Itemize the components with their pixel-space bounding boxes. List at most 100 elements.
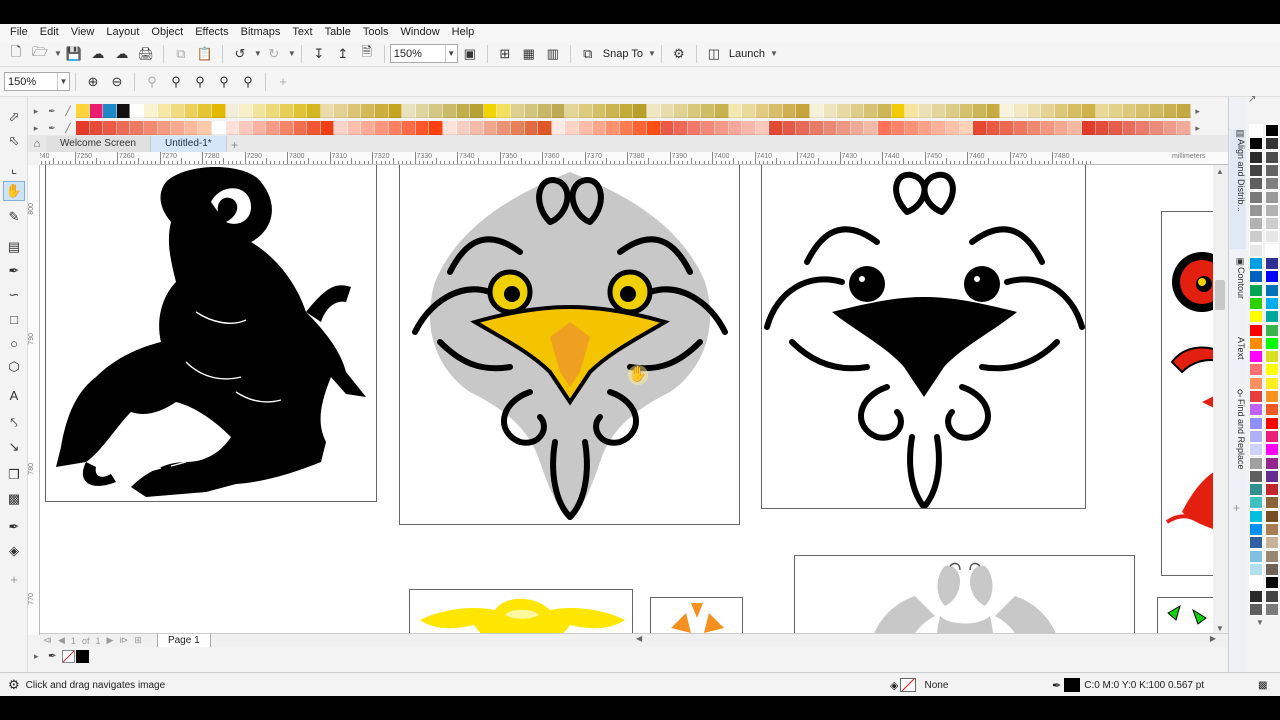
color-swatch[interactable] <box>687 104 702 118</box>
color-swatch[interactable] <box>225 104 240 118</box>
palette-color-cell[interactable] <box>1265 190 1279 204</box>
color-swatch[interactable] <box>361 121 376 135</box>
vertical-scrollbar[interactable]: ▲ ▼ <box>1213 165 1228 635</box>
color-swatch[interactable] <box>1136 104 1150 118</box>
options-gear-icon[interactable]: ⚙ <box>668 43 690 65</box>
color-swatch[interactable] <box>1149 104 1164 118</box>
color-swatch[interactable] <box>320 121 335 135</box>
color-swatch[interactable] <box>375 104 389 118</box>
add-tool-plus-icon[interactable]: + <box>3 569 25 589</box>
color-swatch[interactable] <box>701 121 715 135</box>
palette-color-cell[interactable] <box>1265 137 1279 151</box>
eagle-color-artwork[interactable] <box>399 165 740 525</box>
color-swatch[interactable] <box>497 104 511 118</box>
zoom-to-selected-icon[interactable]: ⚲ <box>141 71 163 93</box>
horizontal-scrollbar[interactable]: ◀ ▶ <box>636 634 1216 645</box>
scroll-down-icon[interactable]: ▼ <box>1216 624 1224 633</box>
color-swatch[interactable] <box>837 121 851 135</box>
export-icon[interactable]: ↥ <box>332 43 354 65</box>
color-swatch[interactable] <box>918 104 933 118</box>
menu-object[interactable]: Object <box>145 24 189 41</box>
palette-color-cell[interactable] <box>1265 390 1279 403</box>
palette-color-cell[interactable] <box>1249 190 1263 204</box>
add-plus-icon[interactable]: + <box>272 71 294 93</box>
color-swatch[interactable] <box>143 121 158 135</box>
color-swatch[interactable] <box>211 104 226 118</box>
color-swatch[interactable] <box>307 121 321 135</box>
color-swatch[interactable] <box>891 104 906 118</box>
color-swatch[interactable] <box>1095 121 1110 135</box>
color-swatch[interactable] <box>932 104 946 118</box>
palette-menu-arrow-icon[interactable]: ▸ <box>28 123 44 134</box>
undo-icon[interactable]: ↺ <box>229 43 251 65</box>
palette-color-cell[interactable] <box>1265 283 1279 297</box>
palette-color-cell[interactable] <box>1249 363 1263 377</box>
color-swatch[interactable] <box>116 104 131 118</box>
zoom-levels-combo[interactable]: 150% ▼ <box>4 72 70 91</box>
snap-to-button[interactable]: Snap To <box>600 48 646 60</box>
paste-icon[interactable]: 📋 <box>194 43 216 65</box>
color-swatch[interactable] <box>388 121 403 135</box>
color-swatch[interactable] <box>864 121 879 135</box>
color-swatch[interactable] <box>823 104 838 118</box>
color-swatch[interactable] <box>1027 104 1042 118</box>
color-swatch[interactable] <box>456 121 471 135</box>
color-swatch[interactable] <box>402 104 416 118</box>
dimension-tool-icon[interactable]: ⤣ <box>3 413 25 433</box>
chevron-down-icon[interactable]: ▼ <box>254 49 262 58</box>
outline-indicator[interactable]: ✒ C:0 M:0 Y:0 K:100 0.567 pt <box>1052 677 1204 693</box>
new-document-icon[interactable]: 🗋 <box>5 43 27 65</box>
color-swatch[interactable] <box>810 104 824 118</box>
menu-effects[interactable]: Effects <box>189 24 234 41</box>
chevron-down-icon[interactable]: ▼ <box>444 45 457 62</box>
color-swatch[interactable] <box>619 104 634 118</box>
color-swatch[interactable] <box>1109 121 1123 135</box>
pan-hand-tool-icon[interactable]: ✋ <box>3 181 25 201</box>
color-swatch[interactable] <box>470 121 484 135</box>
color-swatch[interactable] <box>1122 121 1137 135</box>
palette-color-cell[interactable] <box>1249 589 1263 603</box>
palette-color-cell[interactable] <box>1249 429 1263 443</box>
color-swatch[interactable] <box>755 121 770 135</box>
first-page-icon[interactable]: ⧏ <box>40 635 55 646</box>
color-swatch[interactable] <box>443 121 457 135</box>
palette-eyedropper-icon[interactable]: ✒ <box>44 123 60 134</box>
color-swatch[interactable] <box>511 121 525 135</box>
color-swatch[interactable] <box>415 121 430 135</box>
no-color-swatch[interactable]: ╱ <box>60 106 76 117</box>
color-swatch[interactable] <box>728 104 743 118</box>
palette-color-cell[interactable] <box>1265 456 1279 470</box>
orange-ornament-artwork[interactable] <box>650 597 743 635</box>
cloud-upload-icon[interactable]: ☁ <box>87 43 109 65</box>
color-swatch[interactable] <box>782 121 797 135</box>
color-swatch[interactable] <box>606 121 620 135</box>
transparency-tool-icon[interactable]: ▩ <box>3 489 25 509</box>
color-swatch[interactable] <box>184 121 199 135</box>
color-swatch[interactable] <box>1122 104 1137 118</box>
palette-swatches[interactable] <box>76 121 1191 135</box>
color-swatch[interactable] <box>470 104 484 118</box>
color-swatch[interactable] <box>429 121 444 135</box>
launch-button[interactable]: Launch <box>726 48 768 60</box>
gear-icon[interactable]: ⚙ <box>8 677 20 693</box>
palette-eyedropper-icon[interactable]: ✒ <box>44 106 60 117</box>
full-screen-icon[interactable]: ▣ <box>459 43 481 65</box>
menu-edit[interactable]: Edit <box>34 24 65 41</box>
color-swatch[interactable] <box>1041 121 1055 135</box>
color-swatch[interactable] <box>619 121 634 135</box>
palette-color-cell[interactable] <box>1265 443 1279 457</box>
palette-color-cell[interactable] <box>1265 496 1279 510</box>
palette-color-cell[interactable] <box>1249 230 1263 244</box>
show-rulers-icon[interactable]: ⊞ <box>494 43 516 65</box>
palette-color-cell[interactable] <box>1249 549 1263 563</box>
palette-color-cell[interactable] <box>1265 403 1279 417</box>
color-swatch[interactable] <box>524 121 539 135</box>
color-swatch[interactable] <box>211 121 226 135</box>
color-swatch[interactable] <box>674 121 688 135</box>
menu-tools[interactable]: Tools <box>357 24 395 41</box>
menu-layout[interactable]: Layout <box>100 24 145 41</box>
palette-color-cell[interactable] <box>1265 576 1279 590</box>
palette-color-cell[interactable] <box>1265 163 1279 177</box>
drop-shadow-tool-icon[interactable]: ❐ <box>3 465 25 485</box>
docker-tab-contour[interactable]: ▣ Contour <box>1230 257 1246 327</box>
